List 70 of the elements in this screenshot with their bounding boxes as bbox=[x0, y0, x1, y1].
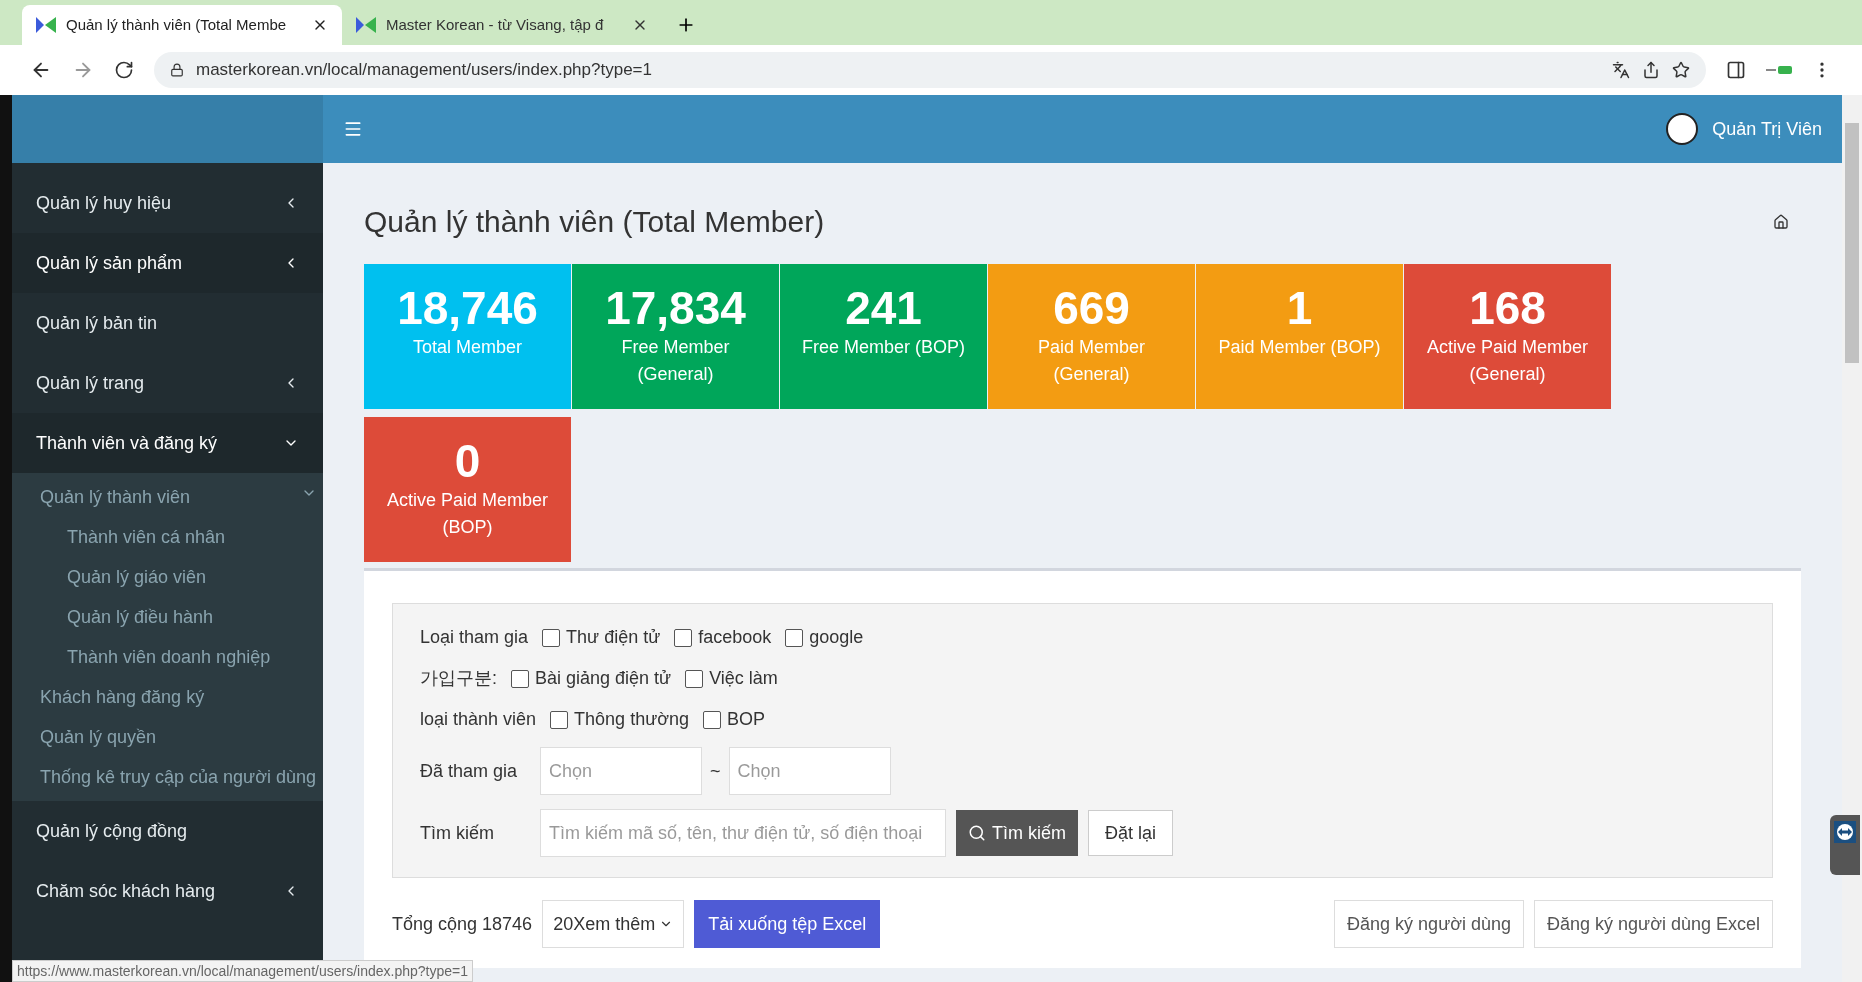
stat-value: 1 bbox=[1286, 282, 1313, 334]
filter-label: Loại tham gia bbox=[420, 626, 529, 649]
stat-value: 0 bbox=[454, 435, 481, 487]
register-excel-button[interactable]: Đăng ký người dùng Excel bbox=[1534, 900, 1773, 948]
checkbox[interactable]: Bài giảng điện tử bbox=[511, 665, 672, 692]
date-from-field[interactable]: Chọn bbox=[540, 747, 702, 795]
stat-label: Active Paid Member (General) bbox=[1425, 336, 1590, 386]
stat-value: 241 bbox=[845, 282, 922, 334]
sidebar-subitem[interactable]: Quản lý quyền bbox=[12, 717, 323, 757]
url-text: masterkorean.vn/local/management/users/index.php?type=1 bbox=[196, 59, 652, 82]
search-field[interactable]: Tìm kiếm mã số, tên, thư điện tử, số điện thoại bbox=[540, 809, 946, 857]
sidebar-subitem[interactable]: Thành viên cá nhân bbox=[12, 517, 323, 557]
excel-download-button[interactable]: Tải xuống tệp Excel bbox=[694, 900, 881, 948]
stat-value: 168 bbox=[1469, 282, 1546, 334]
date-to-field[interactable]: Chọn bbox=[728, 747, 891, 795]
sidebar-item[interactable]: Thành viên và đăng ký bbox=[12, 413, 323, 473]
lock-icon bbox=[170, 63, 184, 77]
search-button[interactable]: Tìm kiếm bbox=[956, 810, 1078, 856]
user-avatar bbox=[1666, 113, 1699, 145]
translate-icon[interactable] bbox=[1612, 61, 1630, 79]
stat-label: Total Member bbox=[411, 336, 523, 359]
extension-icon[interactable] bbox=[1766, 65, 1792, 75]
reload-icon[interactable] bbox=[114, 60, 134, 80]
register-user-button[interactable]: Đăng ký người dùng bbox=[1334, 900, 1525, 948]
filter-label: 가입구분: bbox=[420, 667, 497, 690]
filter-label: Đã tham gia bbox=[420, 759, 519, 783]
sidebar-subitem[interactable]: Thành viên doanh nghiệp bbox=[12, 637, 323, 677]
side-widget[interactable] bbox=[1830, 815, 1860, 875]
double-arrow-icon bbox=[1834, 821, 1856, 843]
address-bar[interactable]: masterkorean.vn/local/management/users/index.php?type=1 bbox=[154, 52, 1706, 88]
stat-label: Free Member (BOP) bbox=[801, 336, 966, 359]
status-bubble: https://www.masterkorean.vn/local/management/users/index.php?type=1 bbox=[12, 960, 473, 982]
range-separator: ~ bbox=[710, 759, 721, 783]
stat-label: Paid Member (BOP) bbox=[1217, 336, 1382, 359]
stat-value: 18,746 bbox=[397, 282, 538, 334]
filter-label: loại thành viên bbox=[420, 708, 537, 731]
sidebar-item[interactable]: Quản lý sản phẩm bbox=[12, 233, 323, 293]
sidebar-subitem[interactable]: Quản lý điều hành bbox=[12, 597, 323, 637]
checkbox[interactable]: google bbox=[785, 624, 864, 651]
user-name[interactable]: Quản Trị Viên bbox=[1712, 115, 1822, 143]
checkbox[interactable]: Thông thường bbox=[550, 706, 690, 733]
home-icon[interactable] bbox=[1773, 213, 1789, 230]
sidebar-subitem[interactable]: Thống kê truy cập của người dùng bbox=[12, 757, 323, 797]
stat-value: 17,834 bbox=[605, 282, 746, 334]
sidebar-subitem[interactable]: Khách hàng đăng ký bbox=[12, 677, 323, 717]
sidebar-subitem[interactable]: Quản lý thành viên bbox=[12, 477, 323, 517]
sidebar-subitem[interactable]: Quản lý giáo viên bbox=[12, 557, 323, 597]
filter-label: Tìm kiếm bbox=[420, 821, 495, 845]
side-panel-icon[interactable] bbox=[1726, 60, 1746, 80]
stat-value: 669 bbox=[1053, 282, 1130, 334]
reset-button[interactable]: Đặt lại bbox=[1088, 810, 1174, 856]
browser-tab[interactable]: Quản lý thành viên (Total Membe bbox=[22, 5, 342, 45]
browser-tab[interactable]: Master Korean - từ Visang, tập đ bbox=[342, 5, 662, 45]
site-logo-icon bbox=[36, 17, 56, 33]
search-icon bbox=[968, 824, 986, 842]
stat-label: Free Member (General) bbox=[620, 336, 731, 386]
total-count: Tổng cộng 18746 bbox=[392, 912, 533, 936]
stat-label: Paid Member (General) bbox=[1036, 336, 1146, 386]
checkbox[interactable]: facebook bbox=[674, 624, 772, 651]
bookmark-star-icon[interactable] bbox=[1672, 61, 1690, 79]
scrollbar[interactable] bbox=[1842, 95, 1862, 982]
stat-label: Active Paid Member (BOP) bbox=[385, 489, 550, 539]
site-logo-icon bbox=[356, 17, 376, 33]
checkbox[interactable]: BOP bbox=[703, 706, 766, 733]
menu-icon[interactable] bbox=[343, 119, 363, 139]
page-size-select[interactable]: 20Xem thêm bbox=[542, 900, 685, 948]
checkbox[interactable]: Việc làm bbox=[685, 665, 778, 692]
share-icon[interactable] bbox=[1642, 61, 1660, 79]
checkbox[interactable]: Thư điện tử bbox=[542, 624, 661, 651]
page-title: Quản lý thành viên (Total Member) bbox=[364, 204, 825, 240]
